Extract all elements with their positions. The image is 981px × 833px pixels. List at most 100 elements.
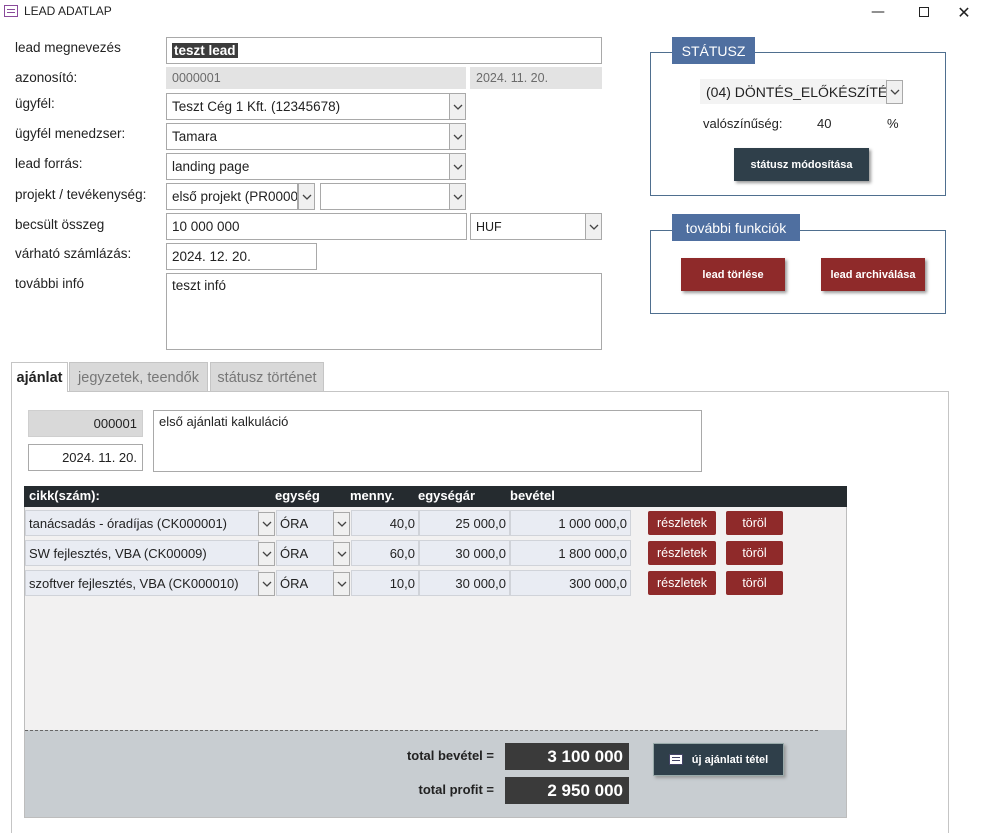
chevron-down-icon	[453, 164, 462, 170]
close-icon: ✕	[957, 2, 971, 22]
label-project: projekt / tevékenység:	[15, 187, 147, 202]
archive-lead-button[interactable]: lead archiválása	[821, 258, 925, 291]
project-select[interactable]: első projekt (PR0000	[166, 183, 298, 210]
created-date-field: 2024. 11. 20.	[470, 67, 602, 89]
row-3-unit-dropdown[interactable]	[333, 572, 350, 596]
total-revenue-label: total bevétel =	[406, 748, 494, 763]
probability-label: valószínűség:	[703, 116, 783, 131]
row-2-unit[interactable]: ÓRA	[276, 540, 334, 566]
title-bar: LEAD ADATLAP — ✕	[0, 0, 981, 24]
row-2-price[interactable]: 30 000,0	[419, 540, 510, 566]
row-2-details-button[interactable]: részletek	[648, 541, 716, 565]
lead-name-input[interactable]: teszt lead	[166, 37, 602, 64]
row-2-revenue: 1 800 000,0	[510, 540, 631, 566]
total-revenue-value: 3 100 000	[505, 743, 629, 770]
row-1-item[interactable]: tanácsadás - óradíjas (CK000001)	[25, 510, 259, 536]
row-3-delete-button[interactable]: töröl	[726, 571, 783, 595]
footer-divider	[25, 730, 818, 731]
chevron-down-icon	[302, 194, 311, 200]
tab-offer[interactable]: ajánlat	[11, 362, 68, 392]
id-field: 0000001	[166, 67, 466, 89]
col-header-price: egységár	[418, 488, 476, 503]
client-select[interactable]: Teszt Cég 1 Kft. (12345678)	[166, 93, 450, 120]
row-1-details-button[interactable]: részletek	[648, 511, 716, 535]
row-1-item-dropdown[interactable]	[258, 512, 275, 536]
row-2-qty[interactable]: 60,0	[351, 540, 419, 566]
row-3-qty[interactable]: 10,0	[351, 570, 419, 596]
row-1-unit-dropdown[interactable]	[333, 512, 350, 536]
chevron-down-icon	[890, 89, 899, 95]
chevron-down-icon	[337, 551, 346, 557]
chevron-down-icon	[453, 104, 462, 110]
row-1-revenue: 1 000 000,0	[510, 510, 631, 536]
offer-date-field[interactable]: 2024. 11. 20.	[28, 444, 143, 471]
billing-date-input[interactable]: 2024. 12. 20.	[166, 243, 317, 270]
maximize-button[interactable]	[901, 0, 947, 24]
probability-unit: %	[887, 116, 899, 131]
row-1-price[interactable]: 25 000,0	[419, 510, 510, 536]
status-select[interactable]: (04) DÖNTÉS_ELŐKÉSZÍTÉS	[700, 79, 887, 104]
chevron-down-icon	[262, 521, 271, 527]
row-2-delete-button[interactable]: töröl	[726, 541, 783, 565]
label-manager: ügyfél menedzser:	[15, 126, 126, 141]
currency-dropdown-button[interactable]	[585, 213, 602, 240]
row-3-price[interactable]: 30 000,0	[419, 570, 510, 596]
row-2-item[interactable]: SW fejlesztés, VBA (CK00009)	[25, 540, 259, 566]
row-3-revenue: 300 000,0	[510, 570, 631, 596]
row-3-item-dropdown[interactable]	[258, 572, 275, 596]
chevron-down-icon	[453, 194, 462, 200]
form-icon	[668, 754, 683, 765]
maximize-icon	[919, 7, 929, 17]
functions-group-title: további funkciók	[672, 214, 800, 241]
label-source: lead forrás:	[15, 156, 83, 171]
tab-notes[interactable]: jegyzetek, teendők	[69, 362, 208, 392]
source-dropdown-button[interactable]	[449, 153, 466, 180]
row-2-item-dropdown[interactable]	[258, 542, 275, 566]
label-info: további infó	[15, 276, 85, 291]
tab-status-history[interactable]: státusz történet	[210, 362, 324, 392]
chevron-down-icon	[589, 224, 598, 230]
status-dropdown-button[interactable]	[886, 80, 903, 104]
total-profit-label: total profit =	[418, 782, 494, 797]
label-billing: várható számlázás:	[15, 246, 132, 261]
info-textarea[interactable]: teszt infó	[166, 273, 602, 350]
window-title: LEAD ADATLAP	[24, 4, 112, 18]
minimize-button[interactable]: —	[855, 0, 901, 24]
label-client: ügyfél:	[15, 96, 55, 111]
manager-dropdown-button[interactable]	[449, 123, 466, 150]
project-dropdown-button[interactable]	[298, 183, 315, 210]
form-icon	[4, 5, 18, 17]
close-button[interactable]: ✕	[947, 0, 981, 24]
label-amount: becsült összeg	[15, 217, 105, 232]
activity-select[interactable]	[320, 183, 450, 210]
row-3-details-button[interactable]: részletek	[648, 571, 716, 595]
probability-value: 40	[817, 116, 832, 131]
col-header-revenue: bevétel	[510, 488, 555, 503]
offer-id-field: 000001	[28, 410, 143, 437]
amount-input[interactable]: 10 000 000	[166, 213, 467, 240]
manager-select[interactable]: Tamara	[166, 123, 450, 150]
row-1-qty[interactable]: 40,0	[351, 510, 419, 536]
chevron-down-icon	[337, 521, 346, 527]
row-1-unit[interactable]: ÓRA	[276, 510, 334, 536]
new-offer-item-button[interactable]: új ajánlati tétel	[653, 743, 784, 776]
row-3-unit[interactable]: ÓRA	[276, 570, 334, 596]
row-3-item[interactable]: szoftver fejlesztés, VBA (CK000010)	[25, 570, 259, 596]
chevron-down-icon	[262, 551, 271, 557]
offer-description-textarea[interactable]: első ajánlati kalkuláció	[153, 410, 702, 472]
col-header-item: cikk(szám):	[29, 488, 100, 503]
source-select[interactable]: landing page	[166, 153, 450, 180]
chevron-down-icon	[337, 581, 346, 587]
currency-select[interactable]: HUF	[470, 213, 586, 240]
client-dropdown-button[interactable]	[449, 93, 466, 120]
lead-name-value: teszt lead	[172, 43, 238, 58]
row-2-unit-dropdown[interactable]	[333, 542, 350, 566]
label-id: azonosító:	[15, 70, 78, 85]
delete-lead-button[interactable]: lead törlése	[681, 258, 785, 291]
activity-dropdown-button[interactable]	[449, 183, 466, 210]
new-offer-item-label: új ajánlati tétel	[691, 753, 769, 766]
row-1-delete-button[interactable]: töröl	[726, 511, 783, 535]
col-header-unit: egység	[275, 488, 320, 503]
change-status-button[interactable]: státusz módosítása	[734, 148, 869, 181]
total-profit-value: 2 950 000	[505, 777, 629, 804]
